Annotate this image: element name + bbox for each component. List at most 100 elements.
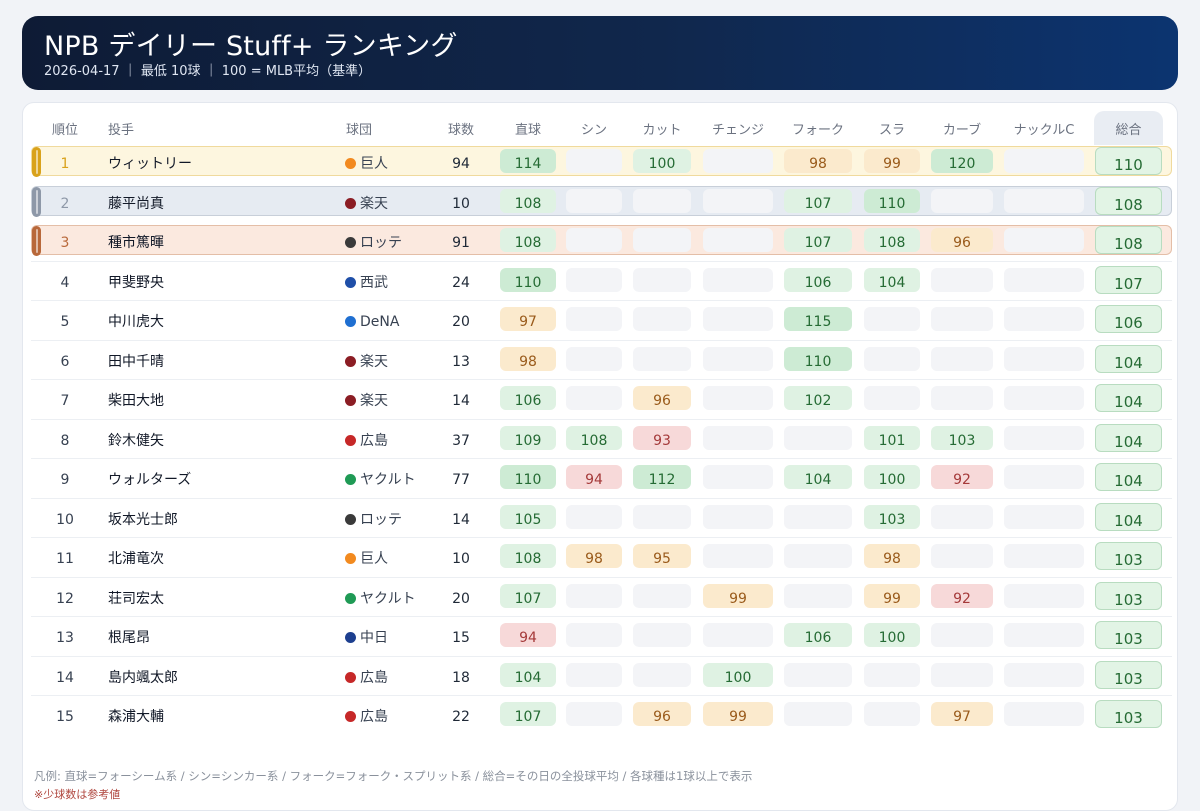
rank-cell: 12 — [56, 591, 74, 607]
pitcher-name[interactable]: 甲斐野央 — [108, 265, 164, 295]
pitch-count: 77 — [452, 472, 470, 488]
pitcher-name[interactable]: 根尾昂 — [108, 620, 150, 650]
col-header-sinker[interactable]: シン — [566, 110, 622, 144]
stuff-cell-fork: 98 — [784, 149, 852, 173]
stuff-cell-fork: 110 — [784, 347, 852, 371]
stuff-cell-sinker: 108 — [566, 426, 622, 450]
col-header-rank[interactable]: 順位 — [50, 110, 80, 144]
stuff-cell-knuckle-curve — [1004, 505, 1084, 529]
stuff-cell-slider: 101 — [864, 426, 920, 450]
team-color-dot — [345, 198, 356, 209]
team-color-dot — [345, 237, 356, 248]
team-name: 広島 — [360, 709, 388, 725]
col-header-fastball[interactable]: 直球 — [500, 110, 556, 144]
stuff-cell-changeup — [703, 544, 773, 568]
rank-cell: 13 — [56, 630, 74, 646]
pitcher-name[interactable]: 鈴木健矢 — [108, 423, 164, 453]
pitcher-name[interactable]: 藤平尚真 — [108, 186, 164, 216]
total-stuff-cell: 103 — [1095, 582, 1162, 610]
col-header-changeup[interactable]: チェンジ — [703, 110, 773, 144]
pitcher-name[interactable]: ウィットリー — [108, 146, 192, 176]
stuff-cell-curve: 97 — [931, 702, 993, 726]
pitcher-name[interactable]: ウォルターズ — [108, 462, 191, 492]
small-sample-note: ※少球数は参考値 — [34, 788, 121, 801]
stuff-cell-knuckle-curve — [1004, 465, 1084, 489]
stuff-cell-sinker — [566, 505, 622, 529]
rank-cell: 10 — [56, 512, 74, 528]
rank-cell: 15 — [56, 709, 74, 725]
stuff-cell-curve: 92 — [931, 465, 993, 489]
stuff-cell-sinker: 98 — [566, 544, 622, 568]
col-header-fork[interactable]: フォーク — [784, 110, 852, 144]
stuff-cell-curve: 120 — [931, 149, 993, 173]
col-header-curve[interactable]: カーブ — [931, 110, 993, 144]
team-color-dot — [345, 711, 356, 722]
stuff-cell-changeup: 100 — [703, 663, 773, 687]
team-cell: 楽天 — [345, 344, 435, 374]
team-name: 楽天 — [360, 393, 388, 409]
rank-cell: 5 — [60, 314, 70, 330]
pitcher-name[interactable]: 田中千晴 — [108, 344, 164, 374]
total-stuff-cell: 110 — [1095, 147, 1162, 175]
stuff-cell-curve — [931, 623, 993, 647]
stuff-cell-fork — [784, 584, 852, 608]
stuff-cell-knuckle-curve — [1004, 544, 1084, 568]
row-divider — [31, 616, 1172, 617]
pitcher-name[interactable]: 種市篤暉 — [108, 225, 164, 255]
row-divider — [31, 419, 1172, 420]
pitcher-name[interactable]: 島内颯太郎 — [108, 660, 178, 690]
pitcher-name[interactable]: 坂本光士郎 — [108, 502, 178, 532]
stuff-cell-changeup — [703, 189, 773, 213]
stuff-cell-curve: 103 — [931, 426, 993, 450]
col-header-cutter[interactable]: カット — [633, 110, 691, 144]
col-header-knuckle-curve[interactable]: ナックルC — [1004, 110, 1084, 144]
stuff-cell-sinker — [566, 268, 622, 292]
total-stuff-cell: 106 — [1095, 305, 1162, 333]
stuff-cell-fork — [784, 544, 852, 568]
stuff-cell-sinker — [566, 228, 622, 252]
pitcher-name[interactable]: 森浦大輔 — [108, 699, 164, 729]
stuff-cell-curve: 92 — [931, 584, 993, 608]
team-color-dot — [345, 672, 356, 683]
pitcher-name[interactable]: 北浦竜次 — [108, 541, 164, 571]
stuff-cell-sinker — [566, 307, 622, 331]
total-stuff-cell: 108 — [1095, 226, 1162, 254]
pitcher-name[interactable]: 荘司宏太 — [108, 581, 164, 611]
pitch-count: 37 — [452, 433, 470, 449]
stuff-cell-fork: 106 — [784, 623, 852, 647]
stuff-cell-changeup — [703, 347, 773, 371]
col-header-pitches[interactable]: 球数 — [444, 110, 478, 144]
stuff-cell-slider: 103 — [864, 505, 920, 529]
pitcher-name[interactable]: 柴田大地 — [108, 383, 164, 413]
stuff-cell-fastball: 114 — [500, 149, 556, 173]
stuff-cell-slider: 99 — [864, 149, 920, 173]
row-divider — [31, 537, 1172, 538]
pitch-count: 18 — [452, 670, 470, 686]
stuff-cell-fork: 107 — [784, 228, 852, 252]
rank-cell: 14 — [56, 670, 74, 686]
stuff-cell-fastball: 110 — [500, 268, 556, 292]
total-stuff-cell: 104 — [1095, 503, 1162, 531]
stuff-cell-knuckle-curve — [1004, 228, 1084, 252]
stuff-cell-knuckle-curve — [1004, 268, 1084, 292]
col-header-slider[interactable]: スラ — [864, 110, 920, 144]
stuff-cell-fastball: 107 — [500, 584, 556, 608]
team-color-dot — [345, 632, 356, 643]
stuff-cell-slider — [864, 347, 920, 371]
pitcher-name[interactable]: 中川虎大 — [108, 304, 164, 334]
team-name: ヤクルト — [360, 591, 416, 607]
team-name: 巨人 — [360, 551, 388, 567]
stuff-cell-knuckle-curve — [1004, 584, 1084, 608]
rank-medal-bar — [32, 226, 41, 256]
stuff-cell-sinker — [566, 386, 622, 410]
pitch-count: 91 — [452, 235, 470, 251]
col-header-total[interactable]: 総合 — [1094, 110, 1163, 144]
rank-cell: 2 — [60, 196, 70, 212]
stuff-cell-curve — [931, 268, 993, 292]
col-header-pitcher[interactable]: 投手 — [108, 110, 168, 144]
stuff-cell-curve — [931, 505, 993, 529]
col-header-team[interactable]: 球団 — [346, 110, 406, 144]
row-divider — [31, 458, 1172, 459]
stuff-cell-slider: 100 — [864, 465, 920, 489]
rank-cell: 11 — [56, 551, 74, 567]
